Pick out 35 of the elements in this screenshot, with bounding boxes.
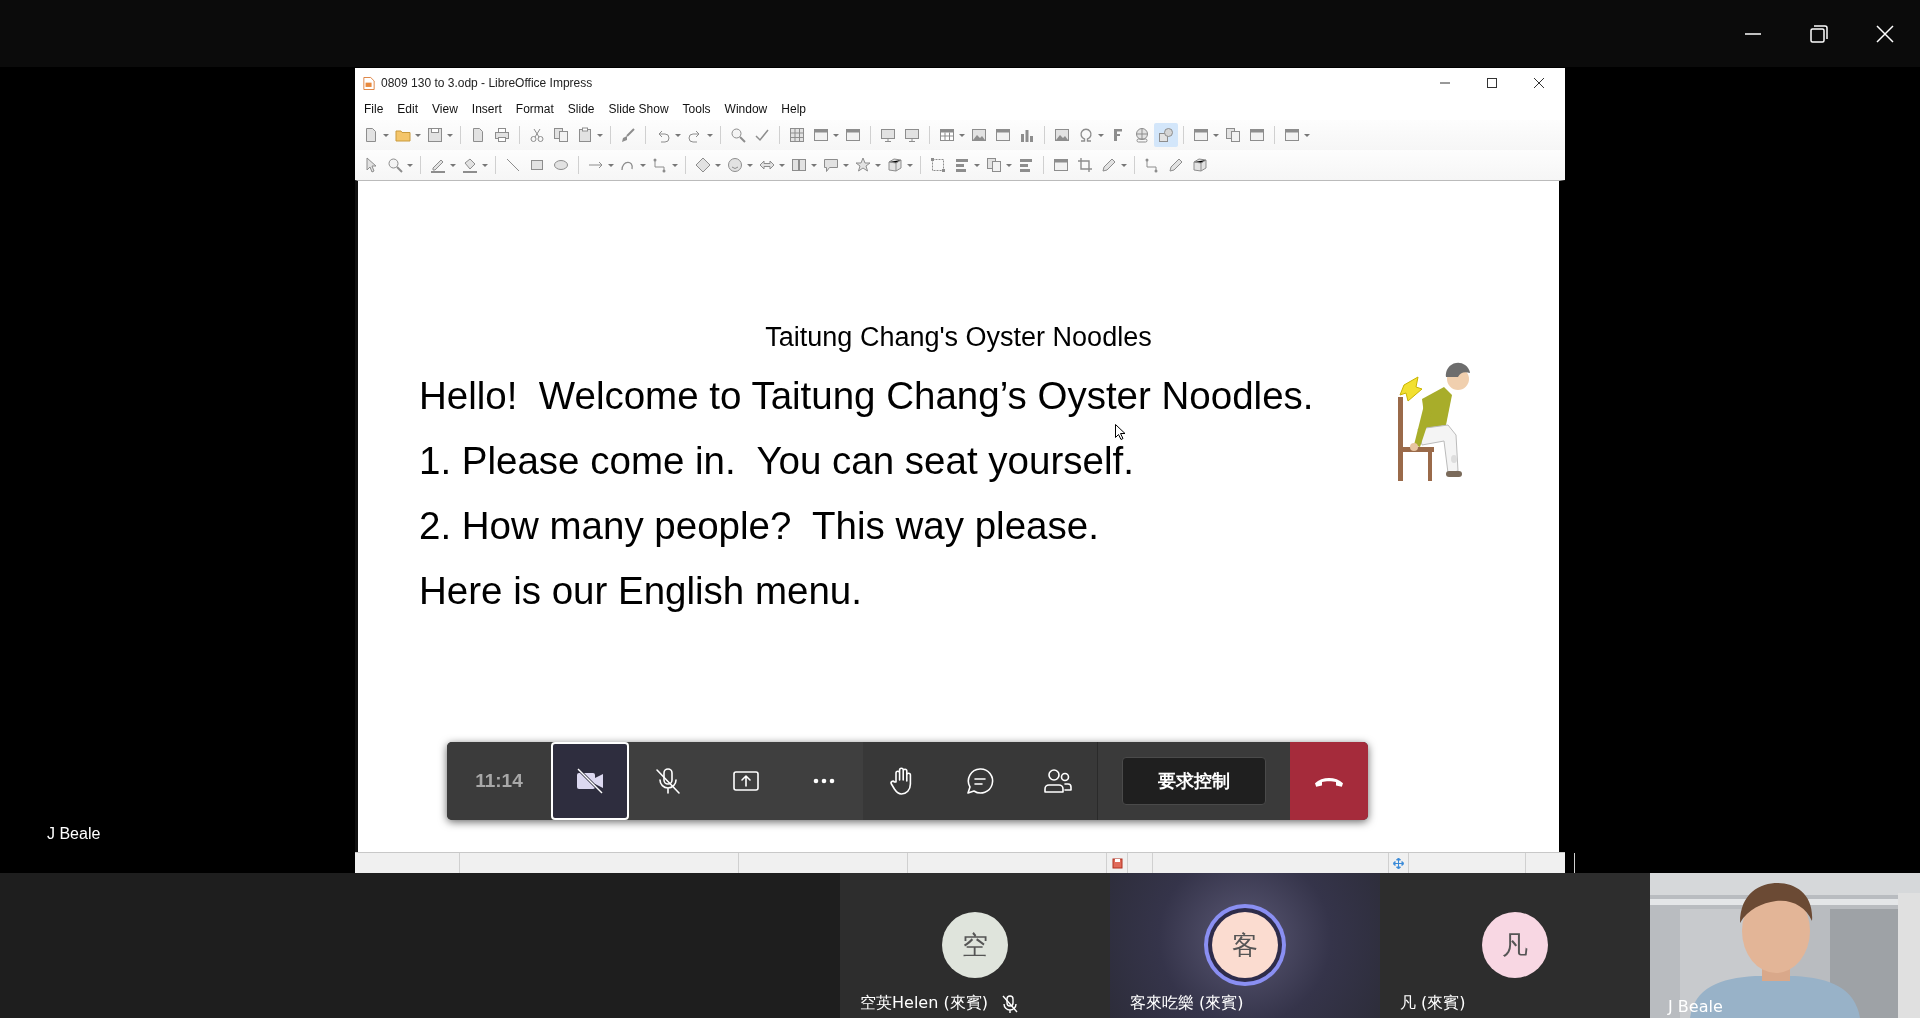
menu-item[interactable]: Edit [390,100,426,118]
participant-name: J Beale [47,825,101,843]
restore-icon[interactable] [1808,22,1830,45]
maximize-icon[interactable] [1484,75,1500,91]
participant-name: 客來吃樂 (來賓) [1130,993,1244,1014]
slide-title: Taitung Chang's Oyster Noodles [764,322,1153,352]
slide-text: 1. Please come in. You can seat yourself. [419,439,1134,483]
slide-text: Hello! Welcome to Taitung Chang’s Oyster Noodles. [419,374,1314,418]
avatar: 凡 [1482,912,1548,978]
slide-text: Here is our English menu. [419,569,862,613]
hang-up-button[interactable] [1290,742,1368,820]
move-icon [1393,857,1404,869]
participant-name: 凡 (來賓) [1400,993,1466,1014]
shapes-icon[interactable] [1154,123,1178,147]
document-icon [363,75,375,91]
request-control-button[interactable]: 要求控制 [1121,757,1266,805]
close-icon[interactable] [1874,22,1896,45]
menu-item[interactable]: Window [717,100,775,118]
menu-item[interactable]: Insert [464,100,509,118]
call-timer: 11:14 [447,742,551,820]
video-off-button[interactable] [550,742,629,820]
cursor-icon [1115,424,1126,440]
window-title: 0809 130 to 3.odp - LibreOffice Impress [381,76,594,90]
slide-text: 2. How many people? This way please. [419,504,1099,548]
menu-item[interactable]: File [357,100,391,118]
close-icon[interactable] [1531,75,1547,91]
menu-item[interactable]: Format [508,100,561,118]
menu-item[interactable]: View [425,100,465,118]
menu-item[interactable]: Slide Show [601,100,676,118]
avatar: 空 [942,912,1008,978]
menu-item[interactable]: Slide [560,100,602,118]
participant-name: 空英Helen (來賓) [860,993,988,1014]
menu-item[interactable]: Help [774,100,813,118]
menu-item[interactable]: Tools [675,100,718,118]
participant-name: J Beale [1668,997,1723,1016]
